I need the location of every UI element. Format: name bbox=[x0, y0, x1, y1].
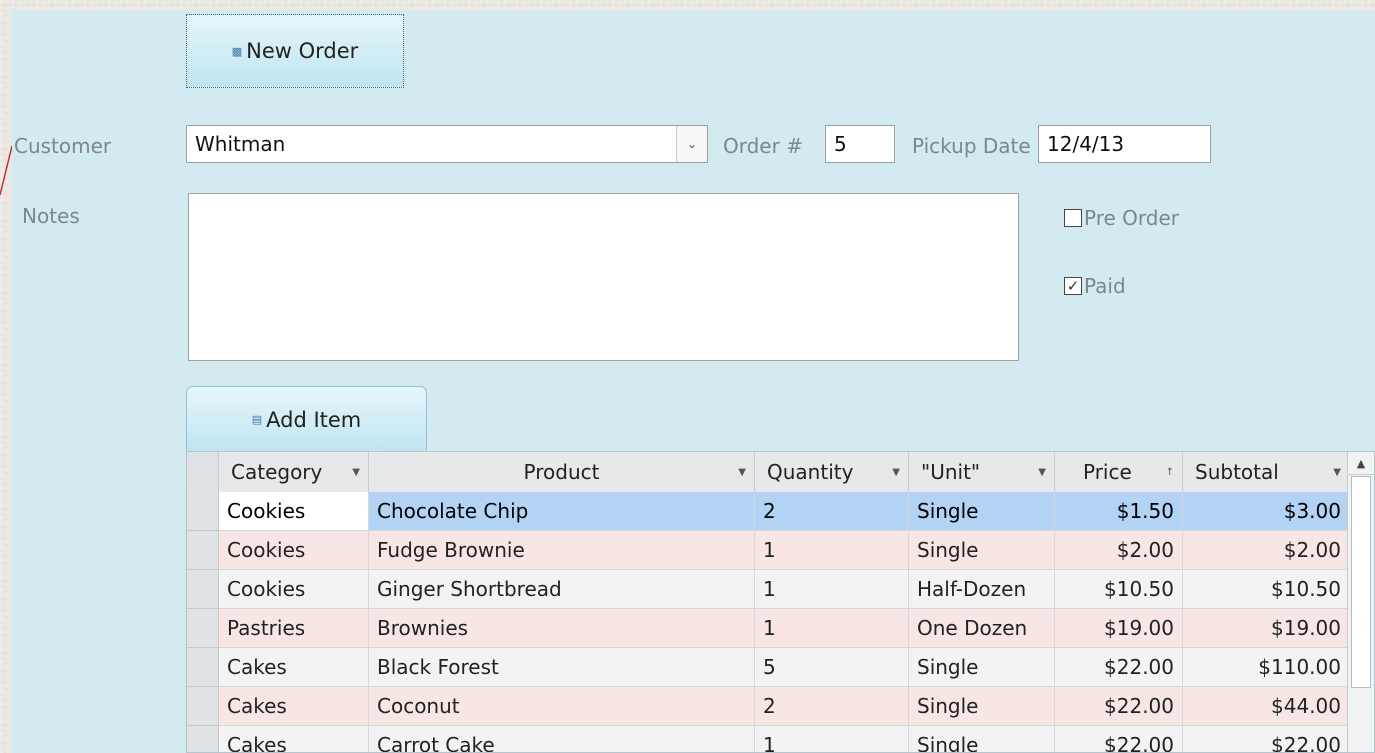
cell-product[interactable]: Coconut bbox=[369, 687, 755, 726]
row-selector[interactable] bbox=[187, 609, 219, 648]
cell-unit[interactable]: Half-Dozen bbox=[909, 570, 1055, 609]
cell-subtotal[interactable]: $19.00 bbox=[1183, 609, 1350, 648]
row-selector[interactable] bbox=[187, 492, 219, 531]
column-header-category[interactable]: Category ▼ bbox=[219, 452, 369, 492]
table-row[interactable]: Cookies Chocolate Chip 2 Single $1.50 $3.00 bbox=[187, 492, 1350, 531]
cell-unit[interactable]: Single bbox=[909, 531, 1055, 570]
cell-subtotal[interactable]: $22.00 bbox=[1183, 726, 1350, 752]
checkbox-checked-icon: ✓ bbox=[1064, 277, 1082, 295]
cell-subtotal[interactable]: $10.50 bbox=[1183, 570, 1350, 609]
table-row[interactable]: Cookies Fudge Brownie 1 Single $2.00 $2.00 bbox=[187, 531, 1350, 570]
filter-arrow-icon[interactable]: ▼ bbox=[352, 467, 360, 478]
table-row[interactable]: Cakes Carrot Cake 1 Single $22.00 $22.00 bbox=[187, 726, 1350, 752]
row-selector[interactable] bbox=[187, 570, 219, 609]
cell-price[interactable]: $1.50 bbox=[1055, 492, 1183, 531]
table-row[interactable]: Cakes Coconut 2 Single $22.00 $44.00 bbox=[187, 687, 1350, 726]
cell-quantity[interactable]: 1 bbox=[755, 531, 909, 570]
cell-category[interactable]: Cakes bbox=[219, 648, 369, 687]
notes-label: Notes bbox=[22, 204, 80, 228]
add-item-button[interactable]: ▤ Add Item bbox=[186, 386, 427, 452]
cell-subtotal[interactable]: $44.00 bbox=[1183, 687, 1350, 726]
cell-product[interactable]: Black Forest bbox=[369, 648, 755, 687]
cell-subtotal[interactable]: $110.00 bbox=[1183, 648, 1350, 687]
table-row[interactable]: Pastries Brownies 1 One Dozen $19.00 $19.00 bbox=[187, 609, 1350, 648]
new-record-icon: ▩ bbox=[231, 44, 243, 58]
cell-price[interactable]: $19.00 bbox=[1055, 609, 1183, 648]
vertical-scrollbar[interactable]: ▲ bbox=[1347, 452, 1374, 752]
cell-category[interactable]: Cakes bbox=[219, 687, 369, 726]
cell-product[interactable]: Brownies bbox=[369, 609, 755, 648]
cell-product[interactable]: Fudge Brownie bbox=[369, 531, 755, 570]
customer-label: Customer bbox=[14, 134, 112, 158]
checkbox-unchecked-icon bbox=[1064, 209, 1082, 227]
cell-unit[interactable]: Single bbox=[909, 648, 1055, 687]
cell-quantity[interactable]: 1 bbox=[755, 570, 909, 609]
cell-unit[interactable]: Single bbox=[909, 726, 1055, 752]
cell-price[interactable]: $2.00 bbox=[1055, 531, 1183, 570]
new-order-label: New Order bbox=[246, 39, 359, 63]
cell-product[interactable]: Ginger Shortbread bbox=[369, 570, 755, 609]
cell-subtotal[interactable]: $3.00 bbox=[1183, 492, 1350, 531]
order-number-field[interactable]: 5 bbox=[825, 125, 895, 163]
paid-checkbox[interactable]: ✓ Paid bbox=[1064, 274, 1126, 298]
cell-subtotal[interactable]: $2.00 bbox=[1183, 531, 1350, 570]
paid-label: Paid bbox=[1084, 274, 1126, 298]
order-form: ▩ New Order Customer Whitman ⌄ Order # 5… bbox=[12, 10, 1375, 753]
cell-product[interactable]: Chocolate Chip bbox=[369, 492, 755, 531]
cell-price[interactable]: $10.50 bbox=[1055, 570, 1183, 609]
add-item-label: Add Item bbox=[266, 407, 362, 432]
filter-arrow-icon[interactable]: ▼ bbox=[1333, 467, 1341, 478]
scrollbar-thumb[interactable] bbox=[1351, 476, 1371, 688]
pre-order-label: Pre Order bbox=[1084, 206, 1179, 230]
datasheet-header: Category ▼ Product ▼ Quantity ▼ "Unit" ▼ Pri… bbox=[187, 452, 1374, 493]
cell-price[interactable]: $22.00 bbox=[1055, 648, 1183, 687]
customer-combobox[interactable]: Whitman ⌄ bbox=[186, 125, 708, 163]
cell-unit[interactable]: One Dozen bbox=[909, 609, 1055, 648]
order-number-label: Order # bbox=[723, 134, 803, 158]
column-header-product[interactable]: Product ▼ bbox=[369, 452, 755, 492]
row-selector[interactable] bbox=[187, 531, 219, 570]
row-selector[interactable] bbox=[187, 726, 219, 752]
column-header-subtotal[interactable]: Subtotal ▼ bbox=[1183, 452, 1350, 492]
new-order-button[interactable]: ▩ New Order bbox=[186, 14, 404, 88]
table-row[interactable]: Cakes Black Forest 5 Single $22.00 $110.00 bbox=[187, 648, 1350, 687]
pickup-date-field[interactable]: 12/4/13 bbox=[1038, 125, 1211, 163]
cell-category[interactable]: Pastries bbox=[219, 609, 369, 648]
cell-price[interactable]: $22.00 bbox=[1055, 687, 1183, 726]
form-icon: ▤ bbox=[251, 413, 263, 426]
filter-arrow-icon[interactable]: ▼ bbox=[1038, 467, 1046, 478]
cell-quantity[interactable]: 1 bbox=[755, 726, 909, 752]
table-row[interactable]: Cookies Ginger Shortbread 1 Half-Dozen $10.5… bbox=[187, 570, 1350, 609]
order-items-datasheet: Category ▼ Product ▼ Quantity ▼ "Unit" ▼ Pri… bbox=[186, 451, 1375, 753]
cell-category[interactable]: Cakes bbox=[219, 726, 369, 752]
cell-unit[interactable]: Single bbox=[909, 492, 1055, 531]
column-header-quantity[interactable]: Quantity ▼ bbox=[755, 452, 909, 492]
cell-category[interactable]: Cookies bbox=[219, 570, 369, 609]
column-header-unit[interactable]: "Unit" ▼ bbox=[909, 452, 1055, 492]
filter-arrow-icon[interactable]: ▼ bbox=[892, 467, 900, 478]
customer-value: Whitman bbox=[195, 132, 286, 156]
cell-product[interactable]: Carrot Cake bbox=[369, 726, 755, 752]
cell-quantity[interactable]: 5 bbox=[755, 648, 909, 687]
select-all-corner[interactable] bbox=[187, 452, 219, 492]
chevron-down-icon[interactable]: ⌄ bbox=[676, 126, 707, 162]
cell-unit[interactable]: Single bbox=[909, 687, 1055, 726]
notes-field[interactable] bbox=[188, 193, 1019, 361]
row-selector[interactable] bbox=[187, 687, 219, 726]
sort-ascending-icon[interactable]: ↑ bbox=[1166, 467, 1174, 478]
cell-price[interactable]: $22.00 bbox=[1055, 726, 1183, 752]
cell-category[interactable]: Cookies bbox=[219, 531, 369, 570]
scroll-up-arrow-icon[interactable]: ▲ bbox=[1348, 452, 1374, 475]
filter-arrow-icon[interactable]: ▼ bbox=[738, 467, 746, 478]
pickup-date-label: Pickup Date bbox=[912, 134, 1031, 158]
row-selector[interactable] bbox=[187, 648, 219, 687]
cell-quantity[interactable]: 2 bbox=[755, 492, 909, 531]
pre-order-checkbox[interactable]: Pre Order bbox=[1064, 206, 1179, 230]
cell-quantity[interactable]: 1 bbox=[755, 609, 909, 648]
cell-quantity[interactable]: 2 bbox=[755, 687, 909, 726]
column-header-price[interactable]: Price ↑ bbox=[1055, 452, 1183, 492]
cell-category[interactable]: Cookies bbox=[219, 492, 369, 531]
